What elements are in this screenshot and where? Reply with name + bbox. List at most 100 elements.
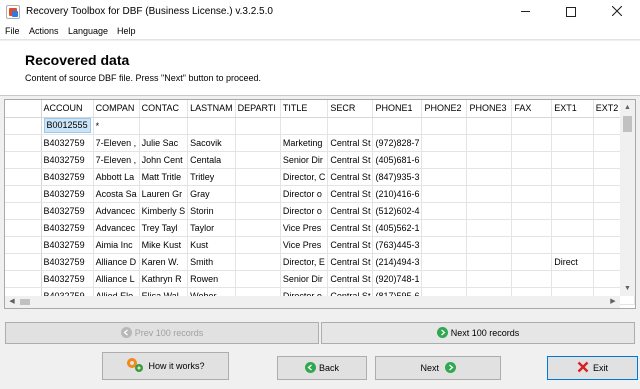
how-it-works-button[interactable]: How it works? xyxy=(102,352,229,380)
table-cell[interactable] xyxy=(551,236,594,254)
column-header[interactable]: FAX xyxy=(511,100,553,118)
row-header[interactable] xyxy=(5,202,42,220)
table-cell[interactable] xyxy=(551,185,594,203)
table-cell[interactable]: Kathryn R xyxy=(139,270,189,288)
table-cell[interactable] xyxy=(421,185,468,203)
table-cell[interactable] xyxy=(511,117,553,135)
table-cell[interactable] xyxy=(466,134,513,152)
table-row[interactable]: B4032759 Advancec Trey Tayl Taylor Vice Pres… xyxy=(5,219,635,237)
table-cell[interactable]: * xyxy=(93,117,140,135)
table-cell[interactable]: Central St xyxy=(327,185,374,203)
row-header[interactable] xyxy=(5,253,42,271)
row-header[interactable] xyxy=(5,185,42,203)
row-header[interactable] xyxy=(5,117,42,135)
table-cell[interactable] xyxy=(421,134,468,152)
table-cell[interactable]: Sacovik xyxy=(187,134,236,152)
row-header[interactable] xyxy=(5,270,42,288)
table-cell[interactable] xyxy=(511,219,553,237)
table-cell[interactable] xyxy=(511,253,553,271)
table-cell[interactable]: Abbott La xyxy=(93,168,140,186)
table-cell[interactable]: Karen W. xyxy=(139,253,189,271)
next-button[interactable]: Next xyxy=(375,356,501,380)
table-cell[interactable] xyxy=(511,202,553,220)
column-header[interactable]: TITLE xyxy=(280,100,329,118)
table-cell[interactable] xyxy=(551,134,594,152)
table-cell[interactable] xyxy=(466,185,513,203)
table-cell[interactable] xyxy=(511,270,553,288)
horizontal-scroll-thumb[interactable] xyxy=(20,299,30,305)
table-cell[interactable] xyxy=(235,151,281,169)
table-row[interactable]: B0012555 * xyxy=(5,117,635,135)
table-cell[interactable]: Central St xyxy=(327,236,374,254)
table-cell[interactable]: Alliance L xyxy=(93,270,140,288)
table-cell[interactable]: Aimia Inc xyxy=(93,236,140,254)
table-cell[interactable]: Director o xyxy=(280,185,329,203)
table-cell[interactable] xyxy=(235,202,281,220)
maximize-button[interactable] xyxy=(548,0,594,23)
table-cell[interactable] xyxy=(551,168,594,186)
table-cell[interactable]: Senior Dir xyxy=(280,151,329,169)
row-header[interactable] xyxy=(5,219,42,237)
table-cell[interactable] xyxy=(235,253,281,271)
table-cell[interactable] xyxy=(511,134,553,152)
scroll-up-icon[interactable]: ▲ xyxy=(620,100,635,115)
table-cell[interactable]: Director o xyxy=(280,202,329,220)
table-cell[interactable] xyxy=(511,185,553,203)
table-cell[interactable] xyxy=(551,117,594,135)
table-cell[interactable]: (214)494-3 xyxy=(372,253,423,271)
table-cell[interactable]: Acosta Sa xyxy=(93,185,140,203)
table-cell[interactable] xyxy=(466,253,513,271)
data-grid[interactable]: ACCOUN COMPAN CONTAC LASTNAM DEPARTI TIT… xyxy=(4,99,636,309)
table-cell[interactable]: Central St xyxy=(327,270,374,288)
table-cell[interactable]: B4032759 xyxy=(41,134,94,152)
scroll-right-icon[interactable]: ▶ xyxy=(606,296,620,308)
table-cell[interactable]: Gray xyxy=(187,185,236,203)
table-cell[interactable] xyxy=(511,236,553,254)
table-cell[interactable]: (972)828-7 xyxy=(372,134,423,152)
table-cell[interactable]: (512)602-4 xyxy=(372,202,423,220)
table-row[interactable]: B4032759 Abbott La Matt Tritle Tritley Direc… xyxy=(5,168,635,186)
table-cell[interactable] xyxy=(372,117,423,135)
table-cell[interactable]: Tritley xyxy=(187,168,236,186)
row-header[interactable] xyxy=(5,168,42,186)
table-cell[interactable]: (763)445-3 xyxy=(372,236,423,254)
table-cell[interactable]: Advancec xyxy=(93,219,140,237)
row-header[interactable] xyxy=(5,236,42,254)
table-cell[interactable] xyxy=(466,270,513,288)
table-cell[interactable] xyxy=(511,168,553,186)
table-row[interactable]: B4032759 7-Eleven , Julie Sac Sacovik Market… xyxy=(5,134,635,152)
table-cell[interactable]: (920)748-1 xyxy=(372,270,423,288)
table-cell[interactable]: Centala xyxy=(187,151,236,169)
table-row[interactable]: B4032759 7-Eleven , John Cent Centala Senior… xyxy=(5,151,635,169)
table-cell[interactable]: (405)562-1 xyxy=(372,219,423,237)
column-header[interactable]: EXT1 xyxy=(551,100,594,118)
table-cell[interactable] xyxy=(466,219,513,237)
scroll-left-icon[interactable]: ◀ xyxy=(5,296,19,308)
table-cell[interactable]: (847)935-3 xyxy=(372,168,423,186)
menu-file[interactable]: File xyxy=(5,26,20,36)
table-cell[interactable]: Vice Pres xyxy=(280,236,329,254)
table-cell[interactable] xyxy=(235,219,281,237)
table-cell[interactable]: Trey Tayl xyxy=(139,219,189,237)
table-cell[interactable]: Central St xyxy=(327,202,374,220)
table-cell[interactable] xyxy=(466,202,513,220)
table-cell[interactable] xyxy=(466,117,513,135)
vertical-scrollbar[interactable]: ▲ ▼ xyxy=(620,100,635,296)
table-cell[interactable] xyxy=(421,202,468,220)
table-cell[interactable] xyxy=(421,253,468,271)
table-cell[interactable] xyxy=(551,219,594,237)
table-cell[interactable] xyxy=(421,236,468,254)
table-cell[interactable]: Julie Sac xyxy=(139,134,189,152)
scroll-down-icon[interactable]: ▼ xyxy=(620,281,635,296)
table-cell[interactable]: Alliance D xyxy=(93,253,140,271)
table-cell[interactable] xyxy=(421,151,468,169)
table-cell[interactable]: Director, E xyxy=(280,253,329,271)
table-cell[interactable]: Matt Tritle xyxy=(139,168,189,186)
table-cell[interactable] xyxy=(235,134,281,152)
table-cell[interactable] xyxy=(187,117,236,135)
menu-help[interactable]: Help xyxy=(117,26,136,36)
table-cell[interactable] xyxy=(421,117,468,135)
table-cell[interactable]: Mike Kust xyxy=(139,236,189,254)
table-cell[interactable]: John Cent xyxy=(139,151,189,169)
table-cell[interactable]: B4032759 xyxy=(41,202,94,220)
